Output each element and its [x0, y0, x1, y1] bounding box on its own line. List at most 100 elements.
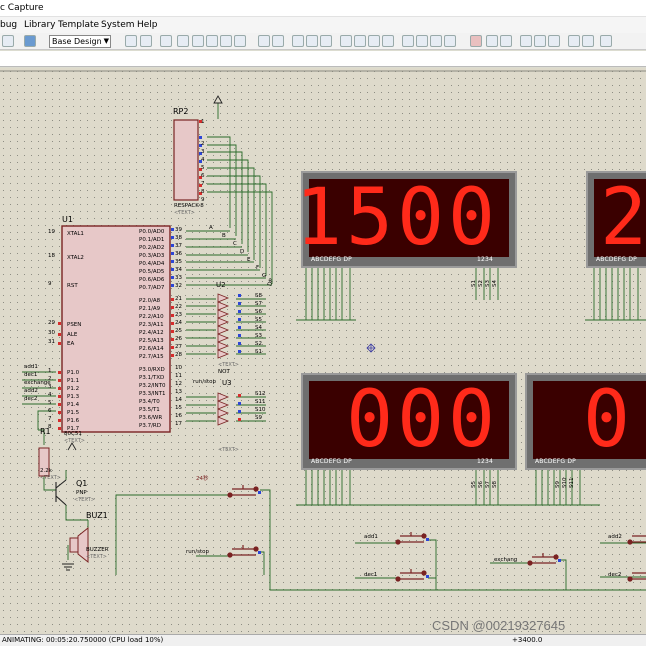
u1-pin-number: 32 — [175, 283, 182, 289]
block-copy-icon[interactable] — [340, 35, 352, 47]
u1-pin-name: P0.4/AD4 — [139, 261, 165, 267]
window-title: c Capture — [0, 3, 44, 13]
bom-icon[interactable] — [568, 35, 580, 47]
u1-pin-number: 23 — [175, 312, 182, 318]
display-3-digits: 000 — [346, 375, 499, 465]
remove-sheet-icon[interactable] — [534, 35, 546, 47]
display-select-label: S3 — [485, 280, 491, 287]
push-button-exchang[interactable] — [528, 550, 560, 564]
u2-output-label: S7 — [255, 301, 262, 307]
push-button-dec1[interactable] — [396, 566, 428, 580]
decompose-icon[interactable] — [444, 35, 456, 47]
menu-library[interactable]: Library — [24, 20, 55, 30]
u1-pin-number: 19 — [48, 229, 55, 235]
status-bar: ANIMATING: 00:05:20.750000 (CPU load 10%… — [0, 634, 646, 646]
search-icon[interactable] — [486, 35, 498, 47]
undo-icon[interactable] — [258, 35, 270, 47]
make-device-icon[interactable] — [416, 35, 428, 47]
button-dec1-label: dec1 — [364, 572, 378, 578]
zoom-area-icon[interactable] — [234, 35, 246, 47]
grid-icon[interactable] — [140, 35, 152, 47]
r1-text: <TEXT> — [40, 475, 61, 481]
refresh-icon[interactable] — [125, 35, 137, 47]
u1-pin-name: P1.4 — [67, 402, 80, 408]
net-add1: add1 — [24, 364, 38, 370]
push-button-add2[interactable] — [628, 529, 646, 543]
u1-pin-number: 6 — [48, 408, 52, 414]
u1-pin-name: XTAL1 — [67, 231, 84, 237]
cut-icon[interactable] — [292, 35, 304, 47]
rp2-pin-number: 6 — [201, 173, 205, 179]
schematic-canvas[interactable]: U1 80C51 <TEXT> 19 XTAL1 18 XTAL2 9 RST 29 PSEN… — [0, 68, 646, 634]
menu-system[interactable]: System — [101, 20, 135, 30]
u1-pin-name: P1.2 — [67, 386, 80, 392]
u1-pin-number: 22 — [175, 304, 182, 310]
u3-output-label: S12 — [255, 391, 266, 397]
zoom-out-icon[interactable] — [206, 35, 218, 47]
wire-autoroute-icon[interactable] — [470, 35, 482, 47]
u3-output-label: S10 — [255, 407, 266, 413]
netlist-icon[interactable] — [600, 35, 612, 47]
u3-text: <TEXT> — [218, 447, 239, 453]
push-button-dec2[interactable] — [628, 566, 646, 580]
u1-pin-number: 17 — [175, 421, 182, 427]
u1-pin-number: 29 — [48, 320, 55, 326]
button-dec2-label: dec2 — [608, 572, 622, 578]
menu-help[interactable]: Help — [137, 20, 158, 30]
button-add2-label: add2 — [608, 534, 622, 540]
paste-icon[interactable] — [320, 35, 332, 47]
u1-pin-number: 9 — [48, 281, 52, 287]
net-a: A — [209, 225, 213, 231]
u2-output-label: S2 — [255, 341, 262, 347]
buz1-part: BUZZER — [86, 547, 109, 553]
save-icon[interactable] — [2, 35, 14, 47]
u1-pin-number: 26 — [175, 336, 182, 342]
u1-pin-number: 7 — [48, 416, 52, 422]
u1-pin-name: P0.7/AD7 — [139, 285, 165, 291]
u1-pin-number: 16 — [175, 413, 182, 419]
design-select[interactable]: Base Design ▼ — [49, 35, 111, 48]
chevron-down-icon: ▼ — [103, 37, 109, 45]
zoom-all-icon[interactable] — [220, 35, 232, 47]
rp2-pin-number: 7 — [201, 181, 205, 187]
redo-icon[interactable] — [272, 35, 284, 47]
q1-type: PNP — [76, 490, 87, 496]
buz1-ref: BUZ1 — [86, 511, 108, 520]
new-sheet-icon[interactable] — [520, 35, 532, 47]
rp2-pin-number: 8 — [201, 189, 205, 195]
block-delete-icon[interactable] — [382, 35, 394, 47]
u1-pin-name: P0.5/AD5 — [139, 269, 165, 275]
erc-icon[interactable] — [582, 35, 594, 47]
copy-icon[interactable] — [306, 35, 318, 47]
block-move-icon[interactable] — [354, 35, 366, 47]
origin-icon[interactable] — [160, 35, 172, 47]
u1-pin-number: 12 — [175, 381, 182, 387]
block-rotate-icon[interactable] — [368, 35, 380, 47]
packaging-icon[interactable] — [430, 35, 442, 47]
zoom-in-icon[interactable] — [192, 35, 204, 47]
menu-template[interactable]: Template — [58, 20, 99, 30]
push-button-run-stop[interactable] — [228, 542, 260, 556]
push-button-24s[interactable] — [228, 482, 260, 496]
display-select-label: S9 — [555, 481, 561, 488]
property-tool-icon[interactable] — [500, 35, 512, 47]
u2-ref: U2 — [216, 281, 226, 289]
menu-debug[interactable]: bug — [0, 20, 17, 30]
pan-icon[interactable] — [177, 35, 189, 47]
u1-pin-name: P1.3 — [67, 394, 80, 400]
net-f: F — [256, 265, 260, 271]
display-select-label: S5 — [471, 481, 477, 488]
u1-pin-name: P0.1/AD1 — [139, 237, 165, 243]
exit-parent-icon[interactable] — [548, 35, 560, 47]
u1-pin-number: 36 — [175, 251, 182, 257]
seven-segment-display-4: 0 ABCDEFG DP — [525, 373, 646, 470]
u1-pin-number: 28 — [175, 352, 182, 358]
display-select-label: S4 — [492, 280, 498, 287]
pick-device-icon[interactable] — [402, 35, 414, 47]
u1-pin-name: P3.6/WR — [139, 415, 163, 421]
display-select-label: S1 — [471, 280, 477, 287]
button-exchang-label: exchang — [494, 557, 518, 563]
push-button-add1[interactable] — [396, 529, 428, 543]
u1-pin-name: P3.7/RD — [139, 423, 161, 429]
help-icon[interactable] — [24, 35, 36, 47]
